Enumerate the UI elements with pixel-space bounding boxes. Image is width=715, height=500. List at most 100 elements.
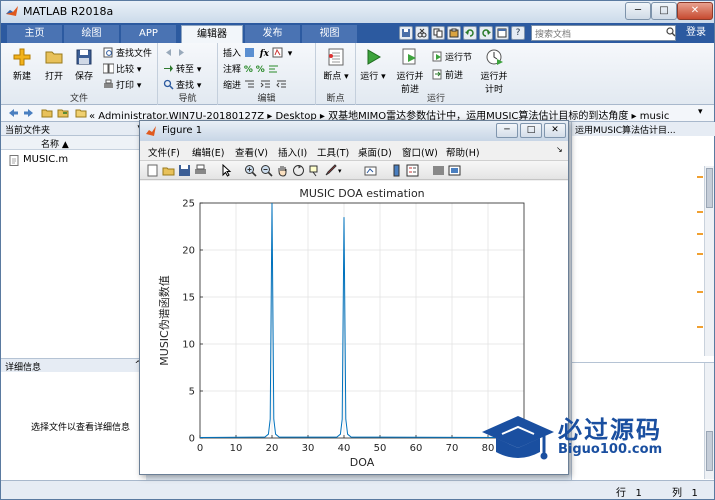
- save-quick-icon[interactable]: [399, 26, 413, 40]
- pan-hand-icon[interactable]: [276, 164, 289, 177]
- y-tick-label: 5: [189, 387, 195, 398]
- run-and-advance-button[interactable]: 运行并 前进: [392, 47, 428, 95]
- editor-scroll-thumb[interactable]: [706, 168, 713, 208]
- run-section-button[interactable]: 运行节: [432, 51, 472, 65]
- switch-window-quick-icon[interactable]: [495, 26, 509, 40]
- find-files-button[interactable]: 查找文件: [103, 47, 152, 61]
- maximize-button[interactable]: □: [651, 2, 677, 20]
- menu-tools[interactable]: 工具(T): [317, 145, 349, 159]
- brush-icon[interactable]: [324, 164, 337, 177]
- save-figure-icon[interactable]: [178, 164, 191, 177]
- hide-plot-tools-icon[interactable]: [432, 164, 445, 177]
- tab-home[interactable]: 主页: [7, 25, 63, 43]
- login-button[interactable]: 登录: [681, 25, 711, 41]
- cut-quick-icon[interactable]: [415, 26, 429, 40]
- paste-quick-icon[interactable]: [447, 26, 461, 40]
- forward-icon[interactable]: [23, 107, 35, 119]
- goto-button[interactable]: 转至 ▾: [163, 63, 201, 77]
- legend-icon[interactable]: [406, 164, 419, 177]
- tab-publish[interactable]: 发布: [245, 25, 301, 43]
- fx-icon: fx: [259, 49, 270, 59]
- window-title: MATLAB R2018a: [23, 5, 114, 18]
- search-icon[interactable]: [666, 27, 676, 37]
- tab-editor[interactable]: 编辑器: [181, 25, 243, 43]
- zoom-out-icon[interactable]: [260, 164, 273, 177]
- breakpoints-button[interactable]: 断点 ▾: [321, 47, 351, 82]
- group-label-breakpoints: 断点: [326, 94, 345, 104]
- new-button[interactable]: 新建: [7, 47, 37, 82]
- menu-edit[interactable]: 编辑(E): [192, 145, 224, 159]
- menu-window[interactable]: 窗口(W): [402, 145, 438, 159]
- command-scroll-thumb[interactable]: [706, 431, 713, 471]
- up-folder-icon[interactable]: [41, 107, 53, 119]
- x-tick-label: 30: [302, 443, 315, 454]
- search-input[interactable]: 搜索文档: [531, 25, 676, 41]
- goto-icon: [164, 65, 173, 72]
- compare-button[interactable]: 比较 ▾: [103, 63, 141, 77]
- save-button[interactable]: 保存: [69, 47, 99, 82]
- menu-file[interactable]: 文件(F): [148, 145, 180, 159]
- colorbar-icon[interactable]: [390, 164, 403, 177]
- run-advance-icon: [402, 48, 416, 65]
- editor-file-tab[interactable]: 运用MUSIC算法估计目...: [572, 122, 715, 136]
- editor-panel: 运用MUSIC算法估计目...: [571, 122, 715, 362]
- back-icon[interactable]: [7, 107, 19, 119]
- run-and-time-button[interactable]: 运行并 计时: [476, 47, 512, 95]
- save-disk-icon: [76, 49, 92, 65]
- link-plot-icon[interactable]: [364, 164, 377, 177]
- warning-marker[interactable]: [697, 211, 703, 213]
- figure-maximize-button[interactable]: □: [520, 123, 542, 138]
- back-arrow-icon: [166, 49, 171, 56]
- warning-marker[interactable]: [697, 291, 703, 293]
- browse-folder-icon[interactable]: [57, 107, 69, 119]
- name-column-header[interactable]: 名称 ▲: [1, 136, 146, 150]
- m-file-icon: [9, 155, 19, 166]
- command-scrollbar[interactable]: [704, 363, 714, 479]
- warning-marker[interactable]: [697, 176, 703, 178]
- run-time-icon: [486, 49, 503, 65]
- file-item[interactable]: MUSIC.m: [23, 154, 68, 165]
- warning-marker[interactable]: [697, 233, 703, 235]
- figure-minimize-button[interactable]: ─: [496, 123, 518, 138]
- y-tick-label: 0: [189, 434, 195, 445]
- editor-scrollbar[interactable]: [704, 166, 714, 356]
- rotate-3d-icon[interactable]: [292, 164, 305, 177]
- advance-button[interactable]: 前进: [432, 69, 463, 83]
- figure-title-bar: Figure 1 ─ □ ✕: [140, 121, 568, 141]
- status-col: 列 1: [672, 488, 698, 499]
- brush-dropdown-icon[interactable]: ▾: [338, 167, 351, 180]
- menu-insert[interactable]: 插入(I): [278, 145, 307, 159]
- insert-button[interactable]: 插入 fx ▾: [223, 47, 292, 61]
- run-button[interactable]: 运行 ▾: [358, 47, 388, 82]
- pointer-icon[interactable]: [220, 164, 233, 177]
- current-folder-panel: 名称 ▲ MUSIC.m: [1, 136, 146, 358]
- open-file-icon[interactable]: [162, 164, 175, 177]
- close-button[interactable]: ✕: [677, 2, 713, 20]
- menu-desktop[interactable]: 桌面(D): [358, 145, 392, 159]
- menu-dock-icon[interactable]: ↘: [556, 145, 563, 154]
- x-tick-label: 60: [410, 443, 423, 454]
- show-plot-tools-icon[interactable]: [448, 164, 461, 177]
- new-figure-icon[interactable]: [146, 164, 159, 177]
- menu-view[interactable]: 查看(V): [235, 145, 268, 159]
- copy-quick-icon[interactable]: [431, 26, 445, 40]
- minimize-button[interactable]: ─: [625, 2, 651, 20]
- warning-marker[interactable]: [697, 326, 703, 328]
- print-figure-icon[interactable]: [194, 164, 207, 177]
- warning-marker[interactable]: [697, 253, 703, 255]
- path-dropdown-icon[interactable]: ▾: [698, 107, 703, 117]
- comment-button[interactable]: 注释 % %: [223, 63, 281, 77]
- tab-view[interactable]: 视图: [302, 25, 358, 43]
- tab-plots[interactable]: 绘图: [64, 25, 120, 43]
- figure-close-button[interactable]: ✕: [544, 123, 566, 138]
- zoom-in-icon[interactable]: [244, 164, 257, 177]
- undo-quick-icon[interactable]: [463, 26, 477, 40]
- redo-quick-icon[interactable]: [479, 26, 493, 40]
- nav-arrows[interactable]: [163, 47, 189, 61]
- status-row: 行 1: [616, 488, 642, 499]
- help-quick-icon[interactable]: ?: [511, 26, 525, 40]
- data-cursor-icon[interactable]: [308, 164, 321, 177]
- tab-apps[interactable]: APP: [121, 25, 177, 43]
- menu-help[interactable]: 帮助(H): [446, 145, 480, 159]
- open-button[interactable]: 打开: [39, 47, 69, 82]
